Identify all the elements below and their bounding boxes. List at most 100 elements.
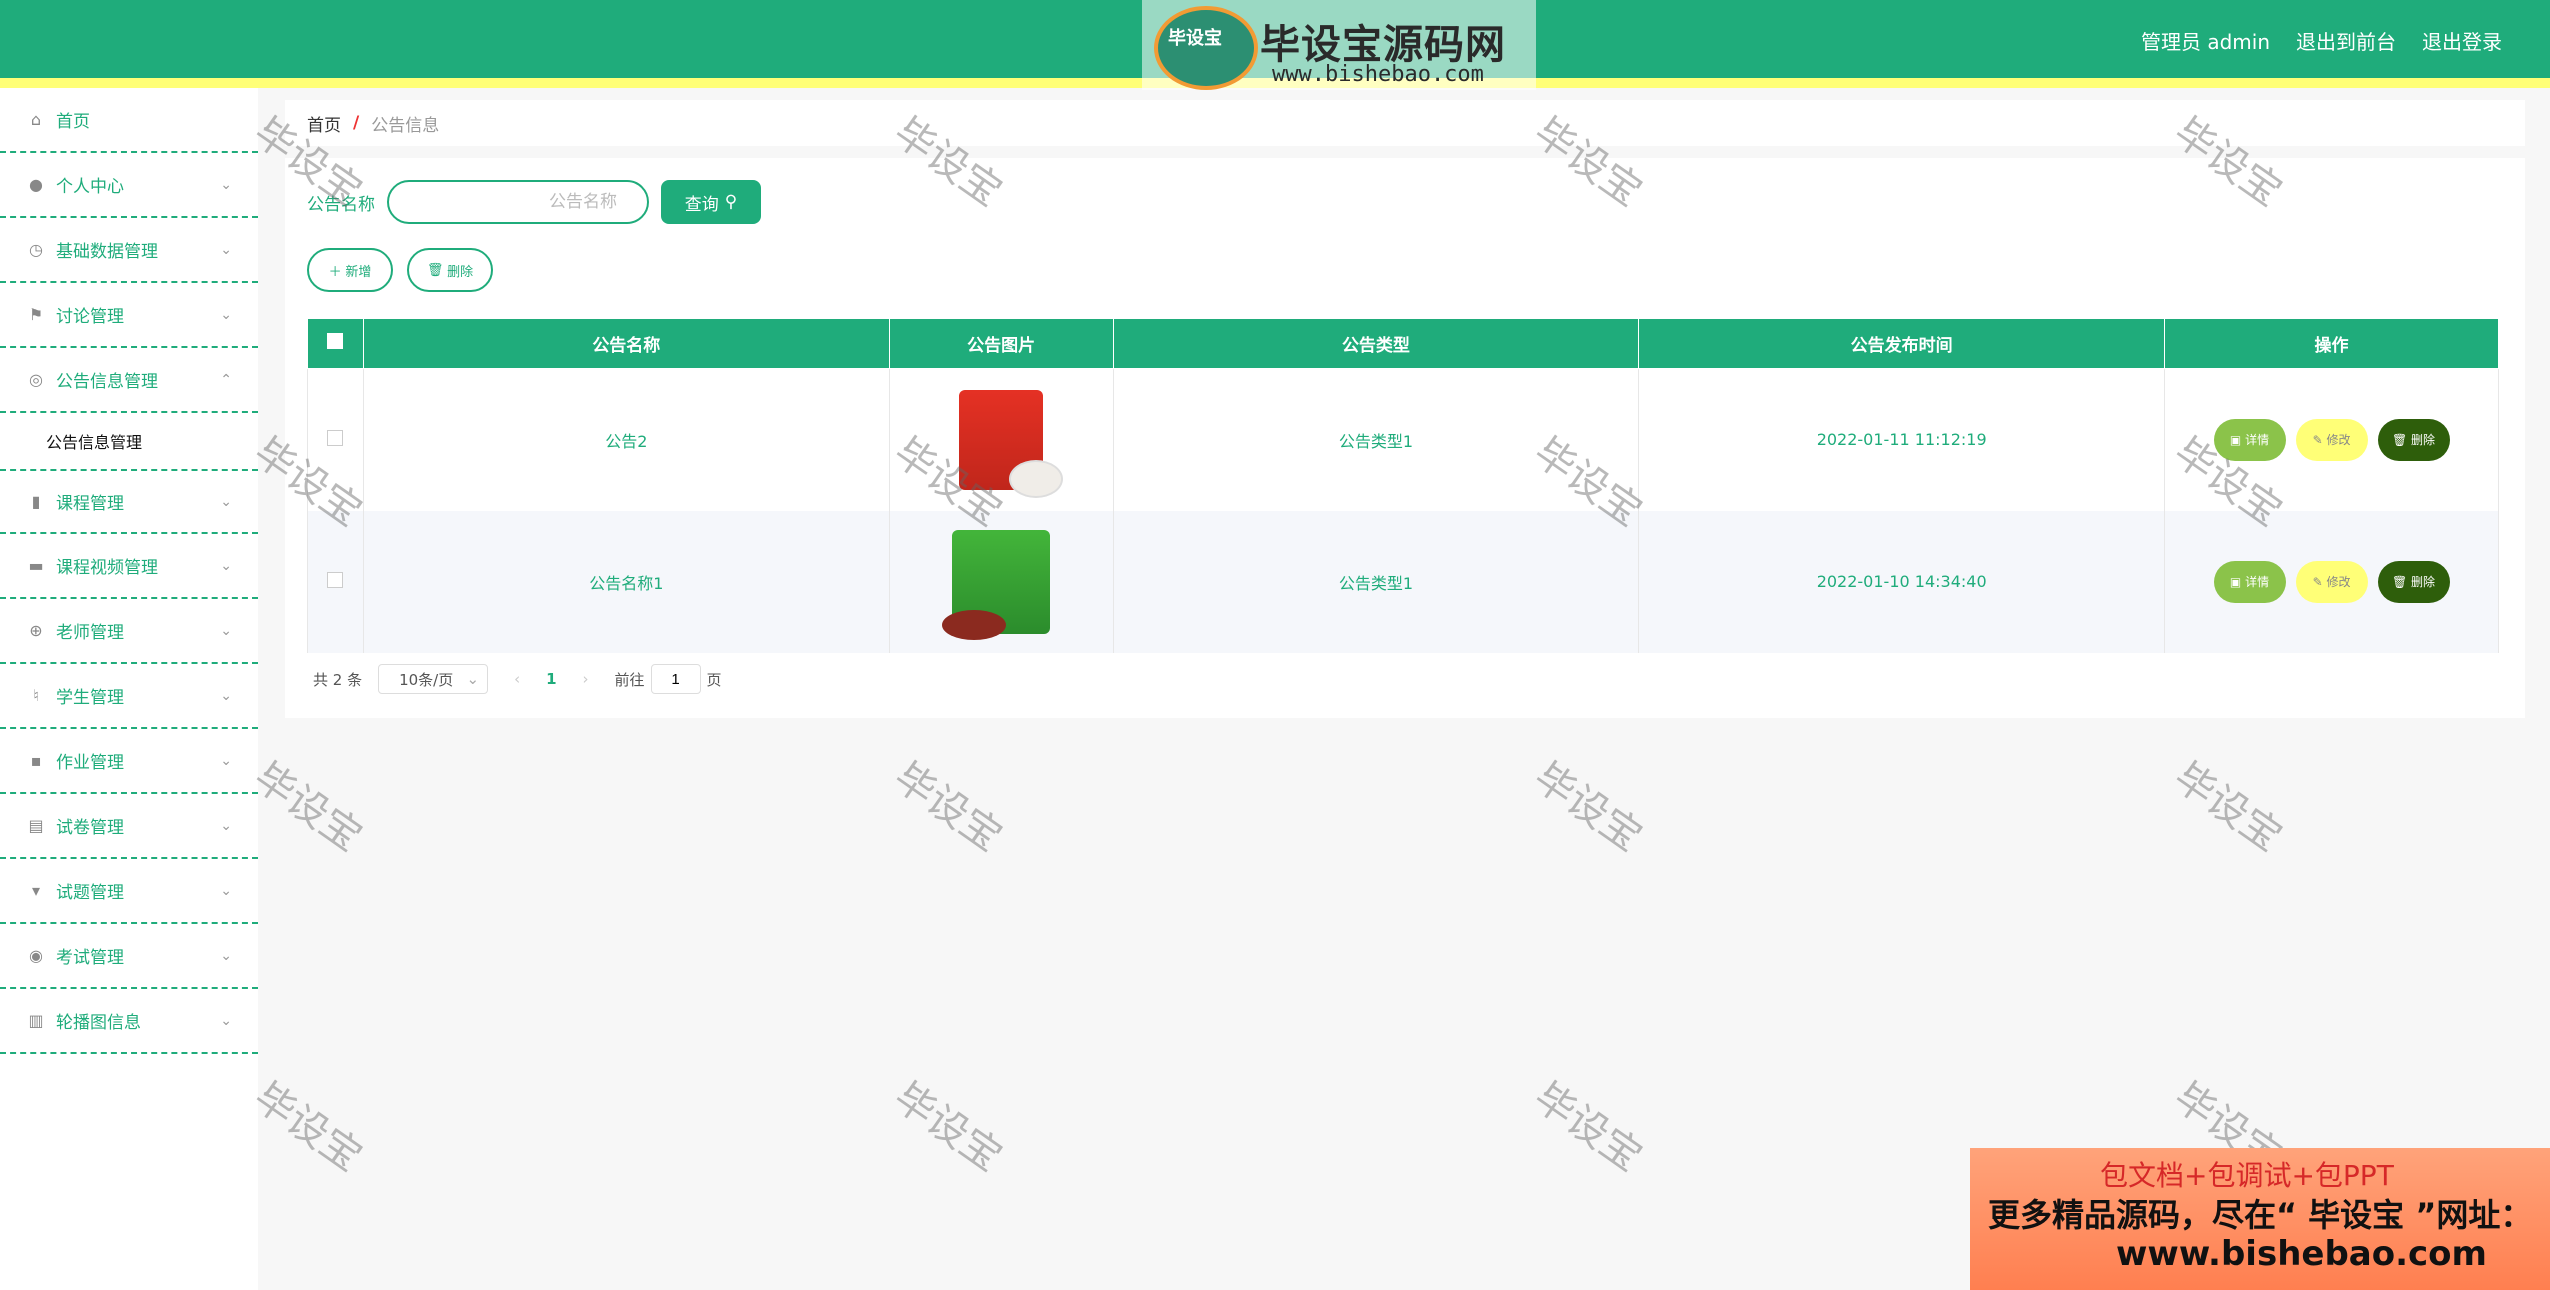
header-actions: 管理员 admin 退出到前台 退出登录 <box>2141 26 2502 55</box>
watermark-text: 毕设宝 <box>885 1074 1011 1181</box>
sidebar-item-question[interactable]: ▾ 试题管理 ⌄ <box>0 859 258 924</box>
sidebar-item-label: 考试管理 <box>56 948 124 968</box>
add-button[interactable]: ＋ 新增 <box>307 248 393 292</box>
notice-type: 公告类型1 <box>1112 368 1640 511</box>
notice-image-cell <box>888 368 1114 511</box>
row-actions: ▣ 详情 ✎ 修改 🗑 删除 <box>2164 510 2499 653</box>
back-to-front-link[interactable]: 退出到前台 <box>2296 26 2396 55</box>
edit-icon: ✎ <box>2312 574 2323 589</box>
edit-button[interactable]: ✎ 修改 <box>2295 418 2368 461</box>
detail-label: 详情 <box>2245 575 2270 589</box>
pagination: 共 2 条 10条/页 ⌄ ‹ 1 › 前往 页 <box>313 664 722 694</box>
sidebar-item-discussion[interactable]: ⚑ 讨论管理 ⌄ <box>0 283 258 348</box>
add-button-label: 新增 <box>345 263 372 279</box>
search-input[interactable] <box>387 180 649 224</box>
globe-icon: ⊕ <box>29 621 43 640</box>
sidebar-item-notice[interactable]: ◎ 公告信息管理 ⌃ <box>0 348 258 413</box>
search-icon: ⚲ <box>724 192 738 211</box>
logout-link[interactable]: 退出登录 <box>2422 26 2502 55</box>
notice-image-cell <box>888 510 1114 653</box>
sidebar-item-student[interactable]: ♮ 学生管理 ⌄ <box>0 664 258 729</box>
clipboard-icon: ▤ <box>28 816 44 835</box>
sidebar-item-paper[interactable]: ▤ 试卷管理 ⌄ <box>0 794 258 859</box>
row-select-cell <box>307 368 364 511</box>
sidebar-item-label: 老师管理 <box>56 623 124 643</box>
table-row: 公告名称1 公告类型1 2022-01-10 14:34:40 ▣ 详情 ✎ 修… <box>307 510 2499 653</box>
chevron-down-icon: ⌄ <box>466 670 480 688</box>
select-all-checkbox[interactable] <box>327 333 344 349</box>
row-checkbox[interactable] <box>327 429 344 446</box>
sidebar-item-exam[interactable]: ◉ 考试管理 ⌄ <box>0 924 258 989</box>
mic-icon: ♮ <box>33 686 39 705</box>
chevron-down-icon: ⌄ <box>220 557 232 574</box>
sidebar-item-homework[interactable]: ▪ 作业管理 ⌄ <box>0 729 258 794</box>
notice-image[interactable] <box>959 389 1064 498</box>
table-row: 公告2 公告类型1 2022-01-11 11:12:19 ▣ 详情 ✎ 修改 … <box>307 368 2499 511</box>
chevron-up-icon: ⌃ <box>220 371 232 388</box>
sidebar-item-course-video[interactable]: ▬ 课程视频管理 ⌄ <box>0 534 258 599</box>
watermark-text: 毕设宝 <box>1525 754 1651 861</box>
search-row: 公告名称 查询 ⚲ <box>307 180 761 224</box>
detail-button[interactable]: ▣ 详情 <box>2213 560 2286 603</box>
detail-label: 详情 <box>2245 433 2270 448</box>
sidebar-item-label: 公告信息管理 <box>56 372 158 392</box>
sidebar-item-profile[interactable]: ● 个人中心 ⌄ <box>0 153 258 218</box>
breadcrumb-current: 公告信息 <box>371 115 440 136</box>
prev-page-icon[interactable]: ‹ <box>514 670 520 688</box>
sidebar-item-label: 试题管理 <box>56 883 124 903</box>
sidebar-item-home[interactable]: ⌂ 首页 <box>0 88 258 153</box>
page-size-select[interactable]: 10条/页 ⌄ <box>378 664 489 694</box>
sidebar-item-label: 讨论管理 <box>56 307 124 327</box>
row-delete-button[interactable]: 🗑 删除 <box>2377 560 2450 603</box>
sidebar-item-course[interactable]: ▮ 课程管理 ⌄ <box>0 469 258 534</box>
sidebar-item-label: 首页 <box>56 112 90 132</box>
breadcrumb-separator: / <box>353 113 360 133</box>
row-delete-label: 删除 <box>2411 575 2436 589</box>
sidebar-item-label: 个人中心 <box>56 177 124 197</box>
sidebar-subitem-notice[interactable]: 公告信息管理 <box>0 413 258 469</box>
table-header-row: 公告名称 公告图片 公告类型 公告发布时间 操作 <box>307 318 2499 369</box>
watermark-text: 毕设宝 <box>2165 754 2291 861</box>
detail-icon: ▣ <box>2229 574 2242 589</box>
delete-button[interactable]: 🗑 删除 <box>407 248 493 292</box>
edit-label: 修改 <box>2326 575 2351 589</box>
sidebar-item-label: 试卷管理 <box>56 818 124 838</box>
clock-icon: ◷ <box>29 240 43 259</box>
promo-line-2: 更多精品源码，尽在“ 毕设宝 ”网址： <box>1988 1196 2533 1234</box>
current-page[interactable]: 1 <box>546 670 556 688</box>
promo-line-1: 包文档+包调试+包PPT <box>2100 1159 2394 1192</box>
goto-page-input[interactable] <box>650 664 701 694</box>
breadcrumb-home[interactable]: 首页 <box>307 111 341 136</box>
search-button-label: 查询 <box>684 194 719 214</box>
watermark-text: 毕设宝 <box>885 754 1011 861</box>
chevron-down-icon: ⌄ <box>220 622 232 639</box>
row-delete-button[interactable]: 🗑 删除 <box>2377 418 2450 461</box>
search-button[interactable]: 查询 ⚲ <box>661 180 761 224</box>
next-page-icon[interactable]: › <box>583 670 589 688</box>
chevron-down-icon: ⌄ <box>220 752 232 769</box>
pushpin-icon: ▾ <box>31 881 41 900</box>
sidebar-item-basic-data[interactable]: ◷ 基础数据管理 ⌄ <box>0 218 258 283</box>
notice-type: 公告类型1 <box>1112 510 1640 653</box>
circle-icon: ◉ <box>29 946 43 965</box>
goto-label: 前往 <box>614 670 645 689</box>
chevron-down-icon: ⌄ <box>220 687 232 704</box>
chevron-down-icon: ⌄ <box>220 493 232 510</box>
delete-button-label: 删除 <box>447 263 474 279</box>
sidebar-item-label: 作业管理 <box>56 753 124 773</box>
action-row: ＋ 新增 🗑 删除 <box>307 248 493 292</box>
sidebar-item-label: 学生管理 <box>56 688 124 708</box>
goto-unit: 页 <box>706 670 722 689</box>
sidebar-item-teacher[interactable]: ⊕ 老师管理 ⌄ <box>0 599 258 664</box>
detail-button[interactable]: ▣ 详情 <box>2213 418 2286 461</box>
promo-banner: 包文档+包调试+包PPT 更多精品源码，尽在“ 毕设宝 ”网址： www.bis… <box>1970 1148 2550 1290</box>
current-user-label: 管理员 admin <box>2140 30 2270 54</box>
row-checkbox[interactable] <box>327 571 344 588</box>
notice-name: 公告2 <box>362 368 890 511</box>
home-icon: ⌂ <box>30 110 42 129</box>
edit-button[interactable]: ✎ 修改 <box>2295 560 2368 603</box>
column-header: 公告图片 <box>888 318 1114 369</box>
chevron-down-icon: ⌄ <box>220 947 232 964</box>
sidebar-item-carousel[interactable]: ▥ 轮播图信息 ⌄ <box>0 989 258 1054</box>
notice-image[interactable] <box>942 529 1051 640</box>
